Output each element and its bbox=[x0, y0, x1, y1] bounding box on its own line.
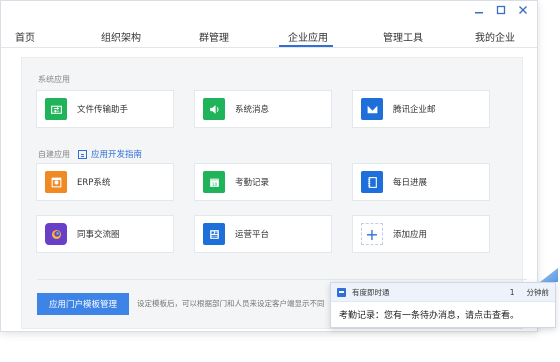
app-card-system-messages[interactable]: 系统消息 bbox=[194, 90, 332, 128]
active-tab-indicator bbox=[279, 45, 333, 47]
circle-chat-icon bbox=[45, 223, 67, 245]
notification-header: 有度即时通 1 分钟前 bbox=[331, 283, 555, 302]
app-label: 添加应用 bbox=[393, 230, 428, 240]
dev-guide-link[interactable]: 应用开发指南 bbox=[78, 148, 142, 160]
file-transfer-icon bbox=[45, 98, 67, 120]
top-navigation: 首页 组织架构 群管理 企业应用 管理工具 我的企业 bbox=[1, 23, 537, 48]
app-card-attendance[interactable]: 10 考勤记录 bbox=[194, 163, 332, 201]
app-card-tencent-mail[interactable]: 腾讯企业邮 bbox=[352, 90, 490, 128]
tab-admin-tools[interactable]: 管理工具 bbox=[383, 29, 423, 44]
notification-time: 分钟前 bbox=[526, 287, 550, 297]
portal-description: 设定模板后，可以根据部门和人员来设定客户端显示不同 bbox=[137, 299, 325, 308]
app-card-colleague-circle[interactable]: 同事交流圈 bbox=[36, 215, 174, 253]
app-label: 腾讯企业邮 bbox=[393, 105, 436, 115]
app-card-file-transfer[interactable]: 文件传输助手 bbox=[36, 90, 174, 128]
app-card-erp[interactable]: ERP系统 bbox=[36, 163, 174, 201]
speaker-icon bbox=[203, 98, 225, 120]
system-apps-label: 系统应用 bbox=[38, 75, 70, 84]
notebook-icon bbox=[361, 171, 383, 193]
notification-tray-corner bbox=[540, 268, 558, 282]
erp-icon bbox=[45, 171, 67, 193]
svg-text:10: 10 bbox=[211, 181, 217, 187]
chat-app-icon bbox=[337, 287, 346, 297]
app-label: 文件传输助手 bbox=[77, 105, 129, 115]
app-card-operations-platform[interactable]: 运营平台 bbox=[194, 215, 332, 253]
app-label: 运营平台 bbox=[235, 230, 270, 240]
add-icon: + bbox=[361, 223, 383, 245]
guide-icon bbox=[78, 149, 87, 159]
app-label: 同事交流圈 bbox=[77, 230, 120, 240]
app-label: 系统消息 bbox=[235, 105, 270, 115]
dashboard-icon bbox=[203, 223, 225, 245]
maximize-icon[interactable] bbox=[495, 4, 507, 16]
divider bbox=[37, 279, 527, 280]
mail-icon bbox=[361, 98, 383, 120]
tab-home[interactable]: 首页 bbox=[15, 29, 35, 44]
dev-guide-label: 应用开发指南 bbox=[91, 150, 143, 160]
portal-template-button[interactable]: 应用门户模板管理 bbox=[37, 293, 129, 315]
window-controls bbox=[473, 4, 529, 16]
tab-organization[interactable]: 组织架构 bbox=[101, 29, 141, 44]
tab-enterprise-apps[interactable]: 企业应用 bbox=[288, 29, 328, 44]
app-label: 考勤记录 bbox=[235, 178, 270, 188]
tab-group-management[interactable]: 群管理 bbox=[199, 29, 229, 44]
notification-count: 1 bbox=[509, 287, 515, 297]
calendar-icon: 10 bbox=[203, 171, 225, 193]
add-app-card[interactable]: + 添加应用 bbox=[352, 215, 490, 253]
close-icon[interactable] bbox=[517, 4, 529, 16]
app-label: ERP系统 bbox=[77, 178, 111, 188]
notification-message: 考勤记录：您有一条待办消息，请点击查看。 bbox=[339, 311, 520, 321]
minimize-icon[interactable] bbox=[473, 4, 485, 16]
tab-my-enterprise[interactable]: 我的企业 bbox=[475, 29, 515, 44]
custom-apps-label: 自建应用 bbox=[38, 150, 70, 159]
notification-popup[interactable]: 有度即时通 1 分钟前 考勤记录：您有一条待办消息，请点击查看。 bbox=[330, 282, 556, 328]
notification-app-name: 有度即时通 bbox=[352, 287, 390, 297]
app-label: 每日进展 bbox=[393, 178, 428, 188]
app-card-daily-progress[interactable]: 每日进展 bbox=[352, 163, 490, 201]
